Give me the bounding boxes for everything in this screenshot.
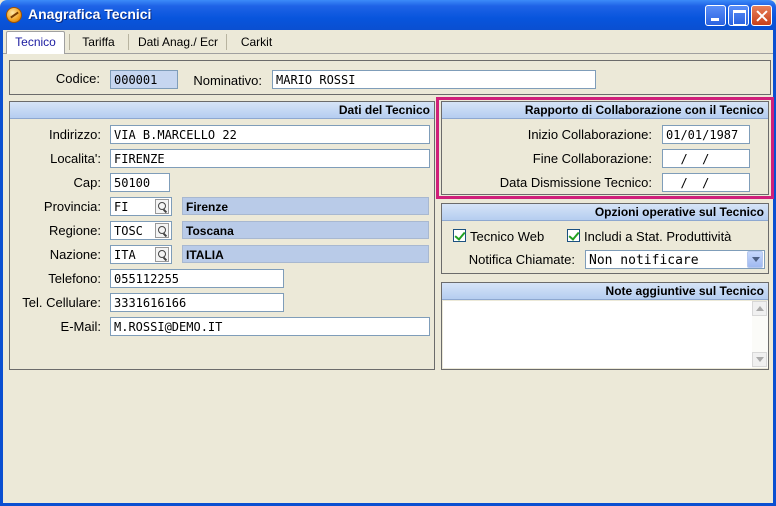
provincia-lookup-icon[interactable] (155, 199, 169, 214)
dismissione-field[interactable]: / / (662, 173, 750, 192)
chevron-down-icon[interactable] (747, 251, 763, 268)
note-title: Note aggiuntive sul Tecnico (442, 283, 768, 300)
nazione-lookup-icon[interactable] (155, 247, 169, 262)
note-textarea[interactable] (443, 301, 752, 368)
maximize-button[interactable] (728, 5, 749, 26)
tab-dati-anag-ecr[interactable]: Dati Anag./ Ecr (130, 32, 226, 53)
provincia-label: Provincia: (43, 199, 101, 214)
nazione-label: Nazione: (49, 247, 101, 262)
tab-tariffa[interactable]: Tariffa (71, 32, 126, 53)
scroll-up-icon[interactable] (752, 301, 767, 316)
window-frame-left (0, 30, 3, 506)
codice-field[interactable]: 000001 (110, 70, 178, 89)
window-title: Anagrafica Tecnici (28, 6, 152, 22)
stat-produttivita-checkbox[interactable] (567, 229, 580, 242)
cap-field[interactable]: 50100 (110, 173, 170, 192)
nazione-name: ITALIA (182, 245, 429, 263)
email-field[interactable]: M.ROSSI@DEMO.IT (110, 317, 430, 336)
minimize-button[interactable] (705, 5, 726, 26)
tab-bar: Tecnico Tariffa Dati Anag./ Ecr Carkit (3, 30, 773, 54)
title-bar[interactable]: Anagrafica Tecnici (0, 0, 776, 30)
regione-label: Regione: (48, 223, 101, 238)
tab-carkit[interactable]: Carkit (228, 32, 285, 53)
stat-produttivita-label: Includi a Stat. Produttività (584, 229, 732, 244)
cellulare-field[interactable]: 3331616166 (110, 293, 284, 312)
cellulare-label: Tel. Cellulare: (22, 295, 101, 310)
localita-label: Localita': (50, 151, 101, 166)
email-label: E-Mail: (60, 319, 101, 334)
note-scrollbar[interactable] (752, 301, 768, 368)
telefono-field[interactable]: 055112255 (110, 269, 284, 288)
scroll-down-icon[interactable] (752, 352, 767, 367)
tab-separator (69, 34, 70, 50)
dismissione-label: Data Dismissione Tecnico: (499, 175, 652, 190)
tab-separator (128, 34, 129, 50)
tab-separator (226, 34, 227, 50)
nominativo-label: Nominativo: (193, 73, 262, 88)
opzioni-title: Opzioni operative sul Tecnico (442, 204, 768, 221)
close-button[interactable] (751, 5, 772, 26)
tecnico-web-label: Tecnico Web (470, 229, 545, 244)
nominativo-field[interactable]: MARIO ROSSI (272, 70, 596, 89)
tab-tecnico[interactable]: Tecnico (6, 31, 65, 54)
regione-lookup-icon[interactable] (155, 223, 169, 238)
regione-name: Toscana (182, 221, 429, 239)
notifica-select[interactable]: Non notificare (585, 250, 765, 269)
cap-label: Cap: (73, 175, 101, 190)
fine-label: Fine Collaborazione: (532, 151, 652, 166)
codice-label: Codice: (55, 71, 100, 86)
fine-field[interactable]: / / (662, 149, 750, 168)
provincia-name: Firenze (182, 197, 429, 215)
inizio-field[interactable]: 01/01/1987 (662, 125, 750, 144)
app-icon (6, 7, 22, 23)
notifica-label: Notifica Chiamate: (468, 252, 575, 267)
indirizzo-label: Indirizzo: (48, 127, 101, 142)
indirizzo-field[interactable]: VIA B.MARCELLO 22 (110, 125, 430, 144)
tecnico-web-checkbox[interactable] (453, 229, 466, 242)
localita-field[interactable]: FIRENZE (110, 149, 430, 168)
inizio-label: Inizio Collaborazione: (527, 127, 652, 142)
telefono-label: Telefono: (48, 271, 101, 286)
dati-tecnico-title: Dati del Tecnico (10, 102, 434, 119)
